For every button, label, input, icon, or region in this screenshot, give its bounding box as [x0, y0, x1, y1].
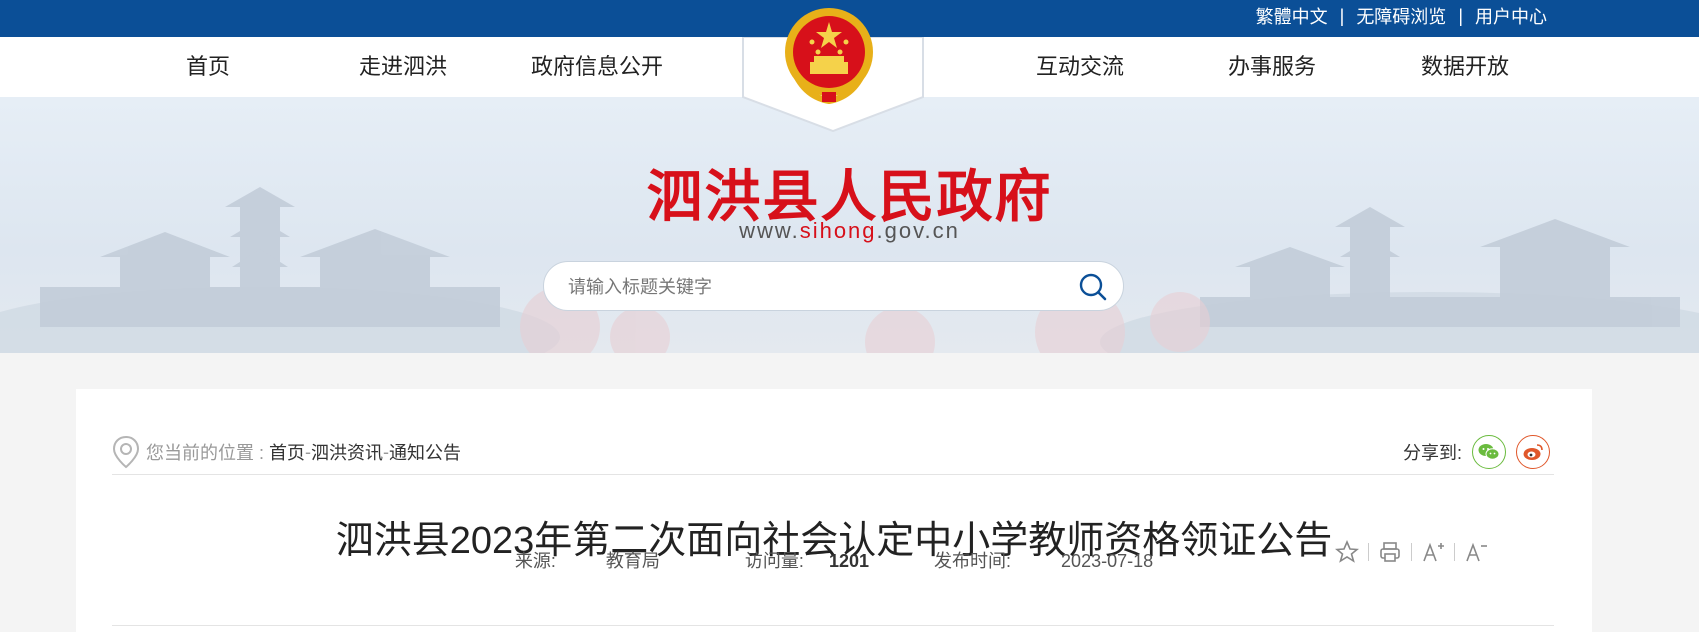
- publish-date: 发布时间: 2023-07-18: [934, 551, 1154, 571]
- source: 来源: 教育局: [514, 551, 660, 571]
- breadcrumb-prefix: 您当前的位置 :: [146, 443, 265, 463]
- breadcrumb-news[interactable]: 泗洪资讯: [311, 439, 383, 465]
- weibo-icon[interactable]: [1516, 435, 1550, 469]
- content-card: 您当前的位置 : 首页 - 泗洪资讯 - 通知公告 分享到: 泗洪县2023年第…: [76, 389, 1592, 632]
- search-input[interactable]: [568, 272, 1048, 302]
- views: 访问量: 1201: [744, 551, 869, 571]
- traditional-chinese-link[interactable]: 繁體中文: [1256, 3, 1328, 29]
- nav-item-home[interactable]: 首页: [158, 37, 258, 97]
- search-box: [543, 261, 1124, 311]
- separator: |: [1339, 5, 1345, 26]
- search-icon[interactable]: [1077, 271, 1109, 303]
- location-pin-icon: [112, 435, 140, 469]
- national-emblem-icon: [785, 8, 873, 105]
- nav-item-services[interactable]: 办事服务: [1212, 37, 1332, 97]
- print-icon[interactable]: [1377, 539, 1403, 565]
- breadcrumb-row: 您当前的位置 : 首页 - 泗洪资讯 - 通知公告 分享到:: [112, 435, 1554, 475]
- breadcrumb-notices[interactable]: 通知公告: [389, 439, 461, 465]
- nav-item-interaction[interactable]: 互动交流: [1020, 37, 1140, 97]
- nav-item-about-sihong[interactable]: 走进泗洪: [343, 37, 463, 97]
- font-increase-icon[interactable]: [1420, 539, 1446, 565]
- header-banner: 泗洪县人民政府 www.sihong.gov.cn: [0, 97, 1699, 353]
- article-tools: [1334, 539, 1489, 565]
- star-icon[interactable]: [1334, 539, 1360, 565]
- divider: [1454, 543, 1455, 561]
- nav-item-gov-info[interactable]: 政府信息公开: [522, 37, 672, 97]
- separator: |: [1458, 5, 1463, 26]
- font-decrease-icon[interactable]: [1463, 539, 1489, 565]
- wechat-icon[interactable]: [1472, 435, 1506, 469]
- share-label: 分享到:: [1402, 443, 1462, 463]
- top-links: 繁體中文 | 无障碍浏览 | 用户中心: [1256, 3, 1547, 29]
- site-url: www.sihong.gov.cn: [739, 218, 960, 243]
- breadcrumb-home[interactable]: 首页: [269, 439, 305, 465]
- breadcrumb: 您当前的位置 : 首页 - 泗洪资讯 - 通知公告: [112, 435, 461, 469]
- divider: [1411, 543, 1412, 561]
- nav-item-open-data[interactable]: 数据开放: [1405, 37, 1525, 97]
- divider: [1368, 543, 1369, 561]
- user-center-link[interactable]: 用户中心: [1475, 3, 1547, 29]
- divider-line: [112, 625, 1554, 626]
- accessibility-link[interactable]: 无障碍浏览: [1356, 3, 1446, 29]
- share-bar: 分享到:: [1403, 435, 1550, 469]
